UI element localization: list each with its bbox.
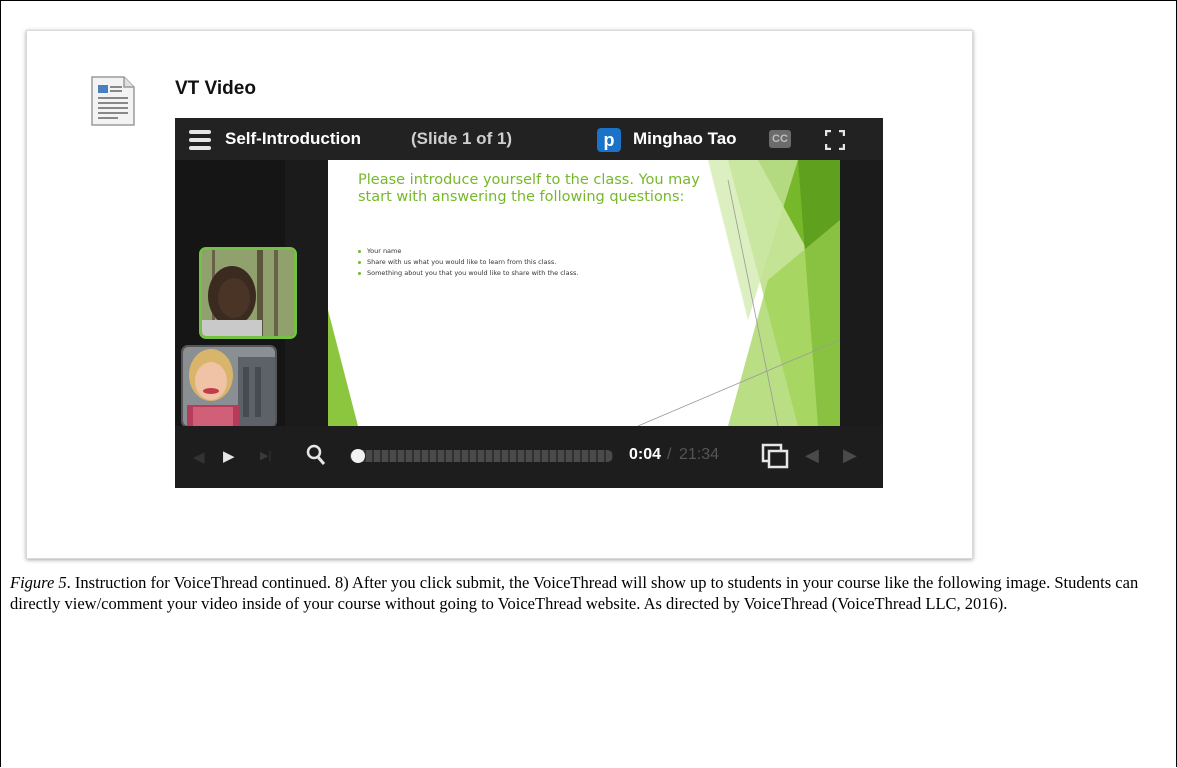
previous-slide-icon[interactable]: ◀ <box>805 445 819 466</box>
next-slide-icon[interactable]: ▶ <box>843 445 857 466</box>
zoom-icon[interactable] <box>306 444 326 466</box>
commenter-avatar-photo[interactable] <box>181 345 277 428</box>
document-icon[interactable] <box>90 75 136 127</box>
figure-label: Figure 5 <box>10 573 67 592</box>
slide-bullets: Your name Share with us what you would l… <box>358 246 578 279</box>
time-total: 21:34 <box>679 446 720 463</box>
closed-captions-button[interactable]: CC <box>769 130 791 148</box>
time-current: 0:04 <box>629 446 662 463</box>
item-title[interactable]: VT Video <box>175 78 256 100</box>
layout-toggle-icon[interactable] <box>761 443 789 469</box>
voicethread-player[interactable]: Self-Introduction (Slide 1 of 1) p Mingh… <box>175 118 883 488</box>
commenter-avatar-video[interactable] <box>199 247 297 339</box>
avatar-photo <box>202 250 294 336</box>
thread-title: Self-Introduction <box>225 129 361 148</box>
skip-forward-icon[interactable]: ▶| <box>260 449 271 462</box>
play-icon[interactable]: ▶ <box>223 447 235 465</box>
progress-handle[interactable] <box>350 449 365 463</box>
progress-bar[interactable] <box>350 449 613 463</box>
time-separator: / <box>667 446 672 463</box>
playback-controls: ◀ ▶ ▶| 0:04 / 21:34 ◀ ▶ <box>175 426 883 488</box>
skip-back-icon[interactable]: ◀ <box>193 448 205 466</box>
user-badge-icon[interactable]: p <box>597 128 621 152</box>
caption-text: . Instruction for VoiceThread continued.… <box>10 573 1139 613</box>
slide-bullet: Your name <box>358 246 578 257</box>
fullscreen-icon[interactable] <box>825 130 845 150</box>
slide-canvas[interactable]: Please introduce yourself to the class. … <box>328 160 840 426</box>
menu-icon[interactable] <box>189 130 211 150</box>
avatar-photo <box>183 347 275 426</box>
slide-heading: Please introduce yourself to the class. … <box>358 172 700 205</box>
slide-bullet: Something about you that you would like … <box>358 268 578 279</box>
slide-bullet: Share with us what you would like to lea… <box>358 257 578 268</box>
player-header: Self-Introduction (Slide 1 of 1) p Mingh… <box>175 118 883 160</box>
user-name[interactable]: Minghao Tao <box>633 129 737 149</box>
figure-caption: Figure 5. Instruction for VoiceThread co… <box>10 572 1168 614</box>
slide-count: (Slide 1 of 1) <box>411 129 513 148</box>
